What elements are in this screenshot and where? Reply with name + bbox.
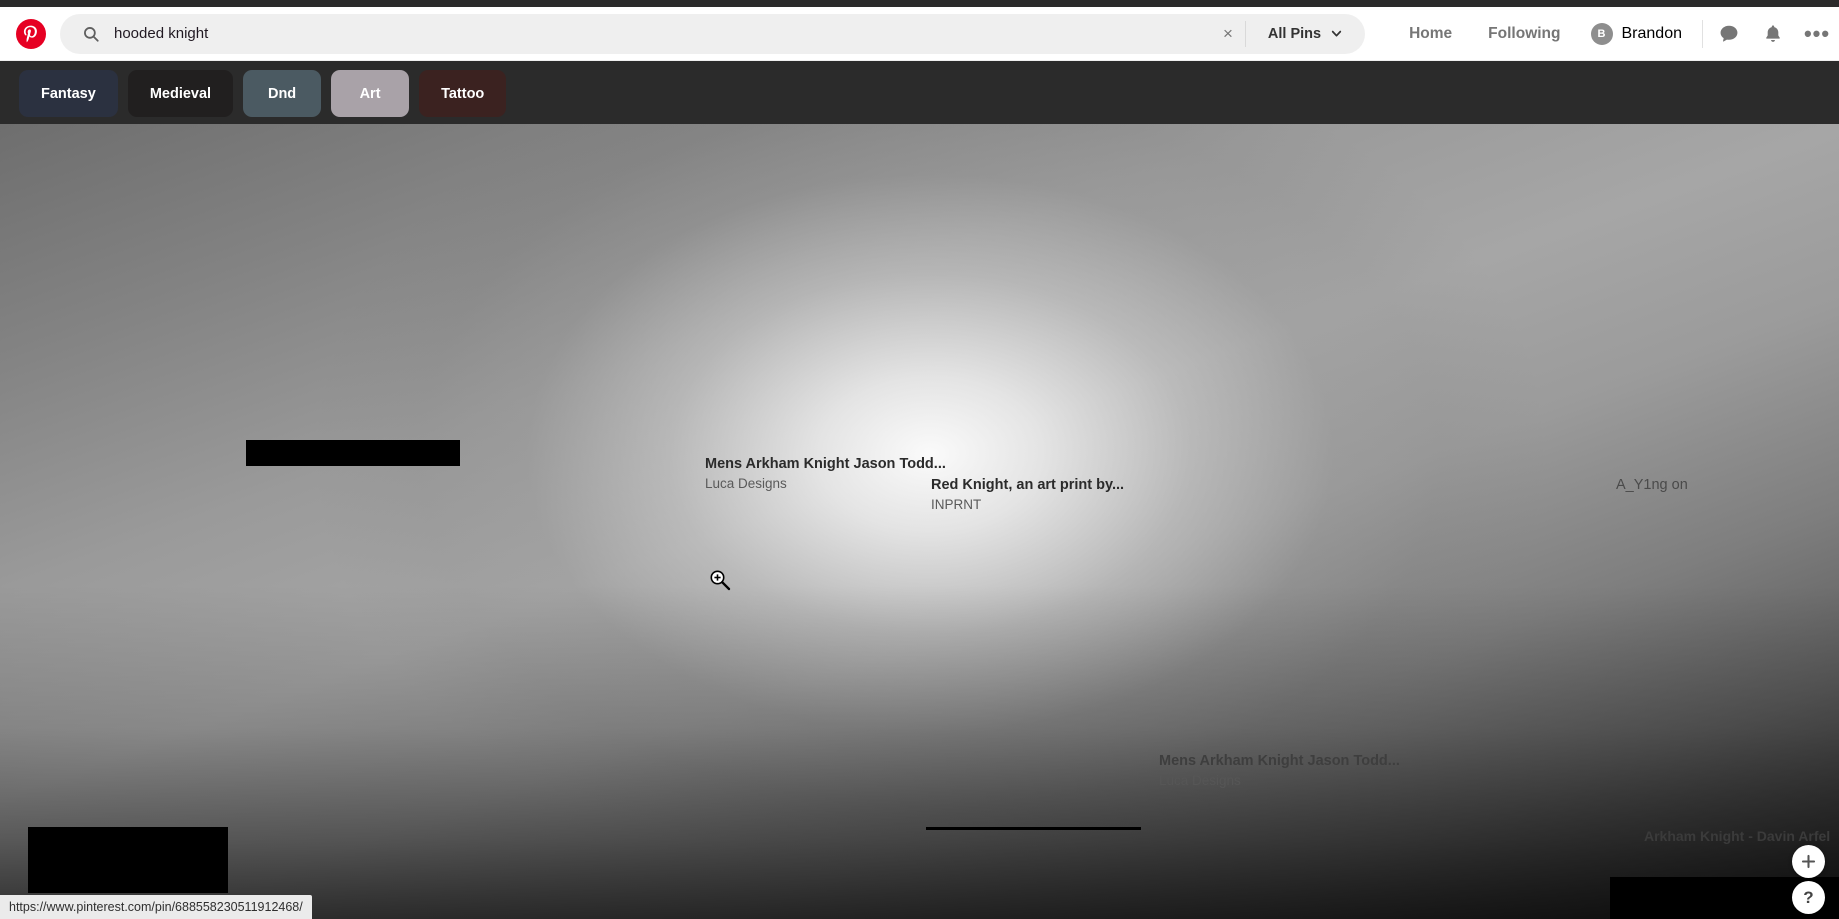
pin-title: Mens Arkham Knight Jason Todd... [705, 456, 946, 472]
pin-source: Luca Designs [705, 476, 787, 491]
pin-title: A_Y1ng on [1616, 477, 1688, 493]
filter-chip-label: Tattoo [441, 85, 485, 102]
pin-card[interactable]: Red Knight, an art print by... INPRNT [931, 476, 1124, 514]
pin-title: Red Knight, an art print by... [931, 477, 1125, 493]
black-bar-upper-left [246, 440, 460, 466]
more-options-icon[interactable]: ••• [1795, 12, 1839, 56]
filter-chip-label: Dnd [267, 85, 297, 102]
notifications-bell-icon[interactable] [1751, 12, 1795, 56]
pin-source: INPRNT [931, 497, 982, 512]
search-bar[interactable]: × All Pins [60, 13, 1366, 54]
messages-icon[interactable] [1707, 12, 1751, 56]
clear-search-icon[interactable]: × [1211, 14, 1245, 54]
header-divider [1702, 19, 1703, 48]
more-options-label: ••• [1803, 20, 1831, 46]
avatar: B [1590, 22, 1613, 45]
pin-card[interactable]: A_Y1ng on [1616, 476, 1688, 494]
black-bar-lower-left [28, 827, 228, 893]
pin-card[interactable]: Mens Arkham Knight Jason Todd... Luca De… [1159, 752, 1400, 790]
question-icon: ? [1803, 887, 1814, 907]
search-icon [84, 26, 99, 42]
nav-item-home[interactable]: Home [1391, 14, 1470, 54]
nav-item-following[interactable]: Following [1470, 14, 1578, 54]
filter-chip-art[interactable]: Art [331, 70, 410, 117]
all-pins-label: All Pins [1267, 25, 1322, 42]
filter-chip-label: Medieval [149, 85, 212, 102]
user-menu[interactable]: B Brandon [1579, 14, 1699, 54]
add-button[interactable] [1792, 845, 1825, 878]
black-line-center [926, 827, 1141, 830]
user-name: Brandon [1621, 24, 1683, 42]
filter-chips-list: Fantasy Medieval Dnd Art Tattoo [19, 70, 507, 117]
pin-source: Luca Designs [1159, 773, 1241, 788]
image-watermark-text: Arkham Knight - Davin Arfel [1644, 828, 1831, 844]
browser-status-bar: https://www.pinterest.com/pin/6885582305… [0, 895, 312, 919]
filter-chip-dnd[interactable]: Dnd [243, 70, 322, 117]
pin-card[interactable]: Mens Arkham Knight Jason Todd... Luca De… [705, 455, 946, 493]
filter-chip-label: Fantasy [41, 85, 96, 102]
site-header: × All Pins Home Following B Brandon [0, 7, 1839, 61]
plus-icon [1801, 854, 1816, 869]
help-button[interactable]: ? [1792, 881, 1825, 914]
filter-chip-fantasy[interactable]: Fantasy [19, 70, 118, 117]
browser-chrome-strip [0, 0, 1839, 7]
search-results-canvas: Mens Arkham Knight Jason Todd... Luca De… [0, 124, 1839, 919]
filter-chip-tattoo[interactable]: Tattoo [419, 70, 507, 117]
filter-chips-band: Fantasy Medieval Dnd Art Tattoo [0, 61, 1839, 124]
header-navigation: Home Following B Brandon ••• [1391, 12, 1839, 56]
pinterest-logo-icon[interactable] [16, 18, 46, 49]
filter-chip-label: Art [359, 85, 381, 102]
search-input[interactable] [114, 13, 1211, 54]
all-pins-filter-dropdown[interactable]: All Pins [1246, 14, 1365, 54]
chevron-down-icon [1331, 30, 1342, 37]
pin-title: Mens Arkham Knight Jason Todd... [1159, 753, 1400, 769]
status-url: https://www.pinterest.com/pin/6885582305… [9, 900, 303, 914]
filter-chip-medieval[interactable]: Medieval [127, 70, 234, 117]
zoom-in-cursor-icon [710, 570, 731, 591]
